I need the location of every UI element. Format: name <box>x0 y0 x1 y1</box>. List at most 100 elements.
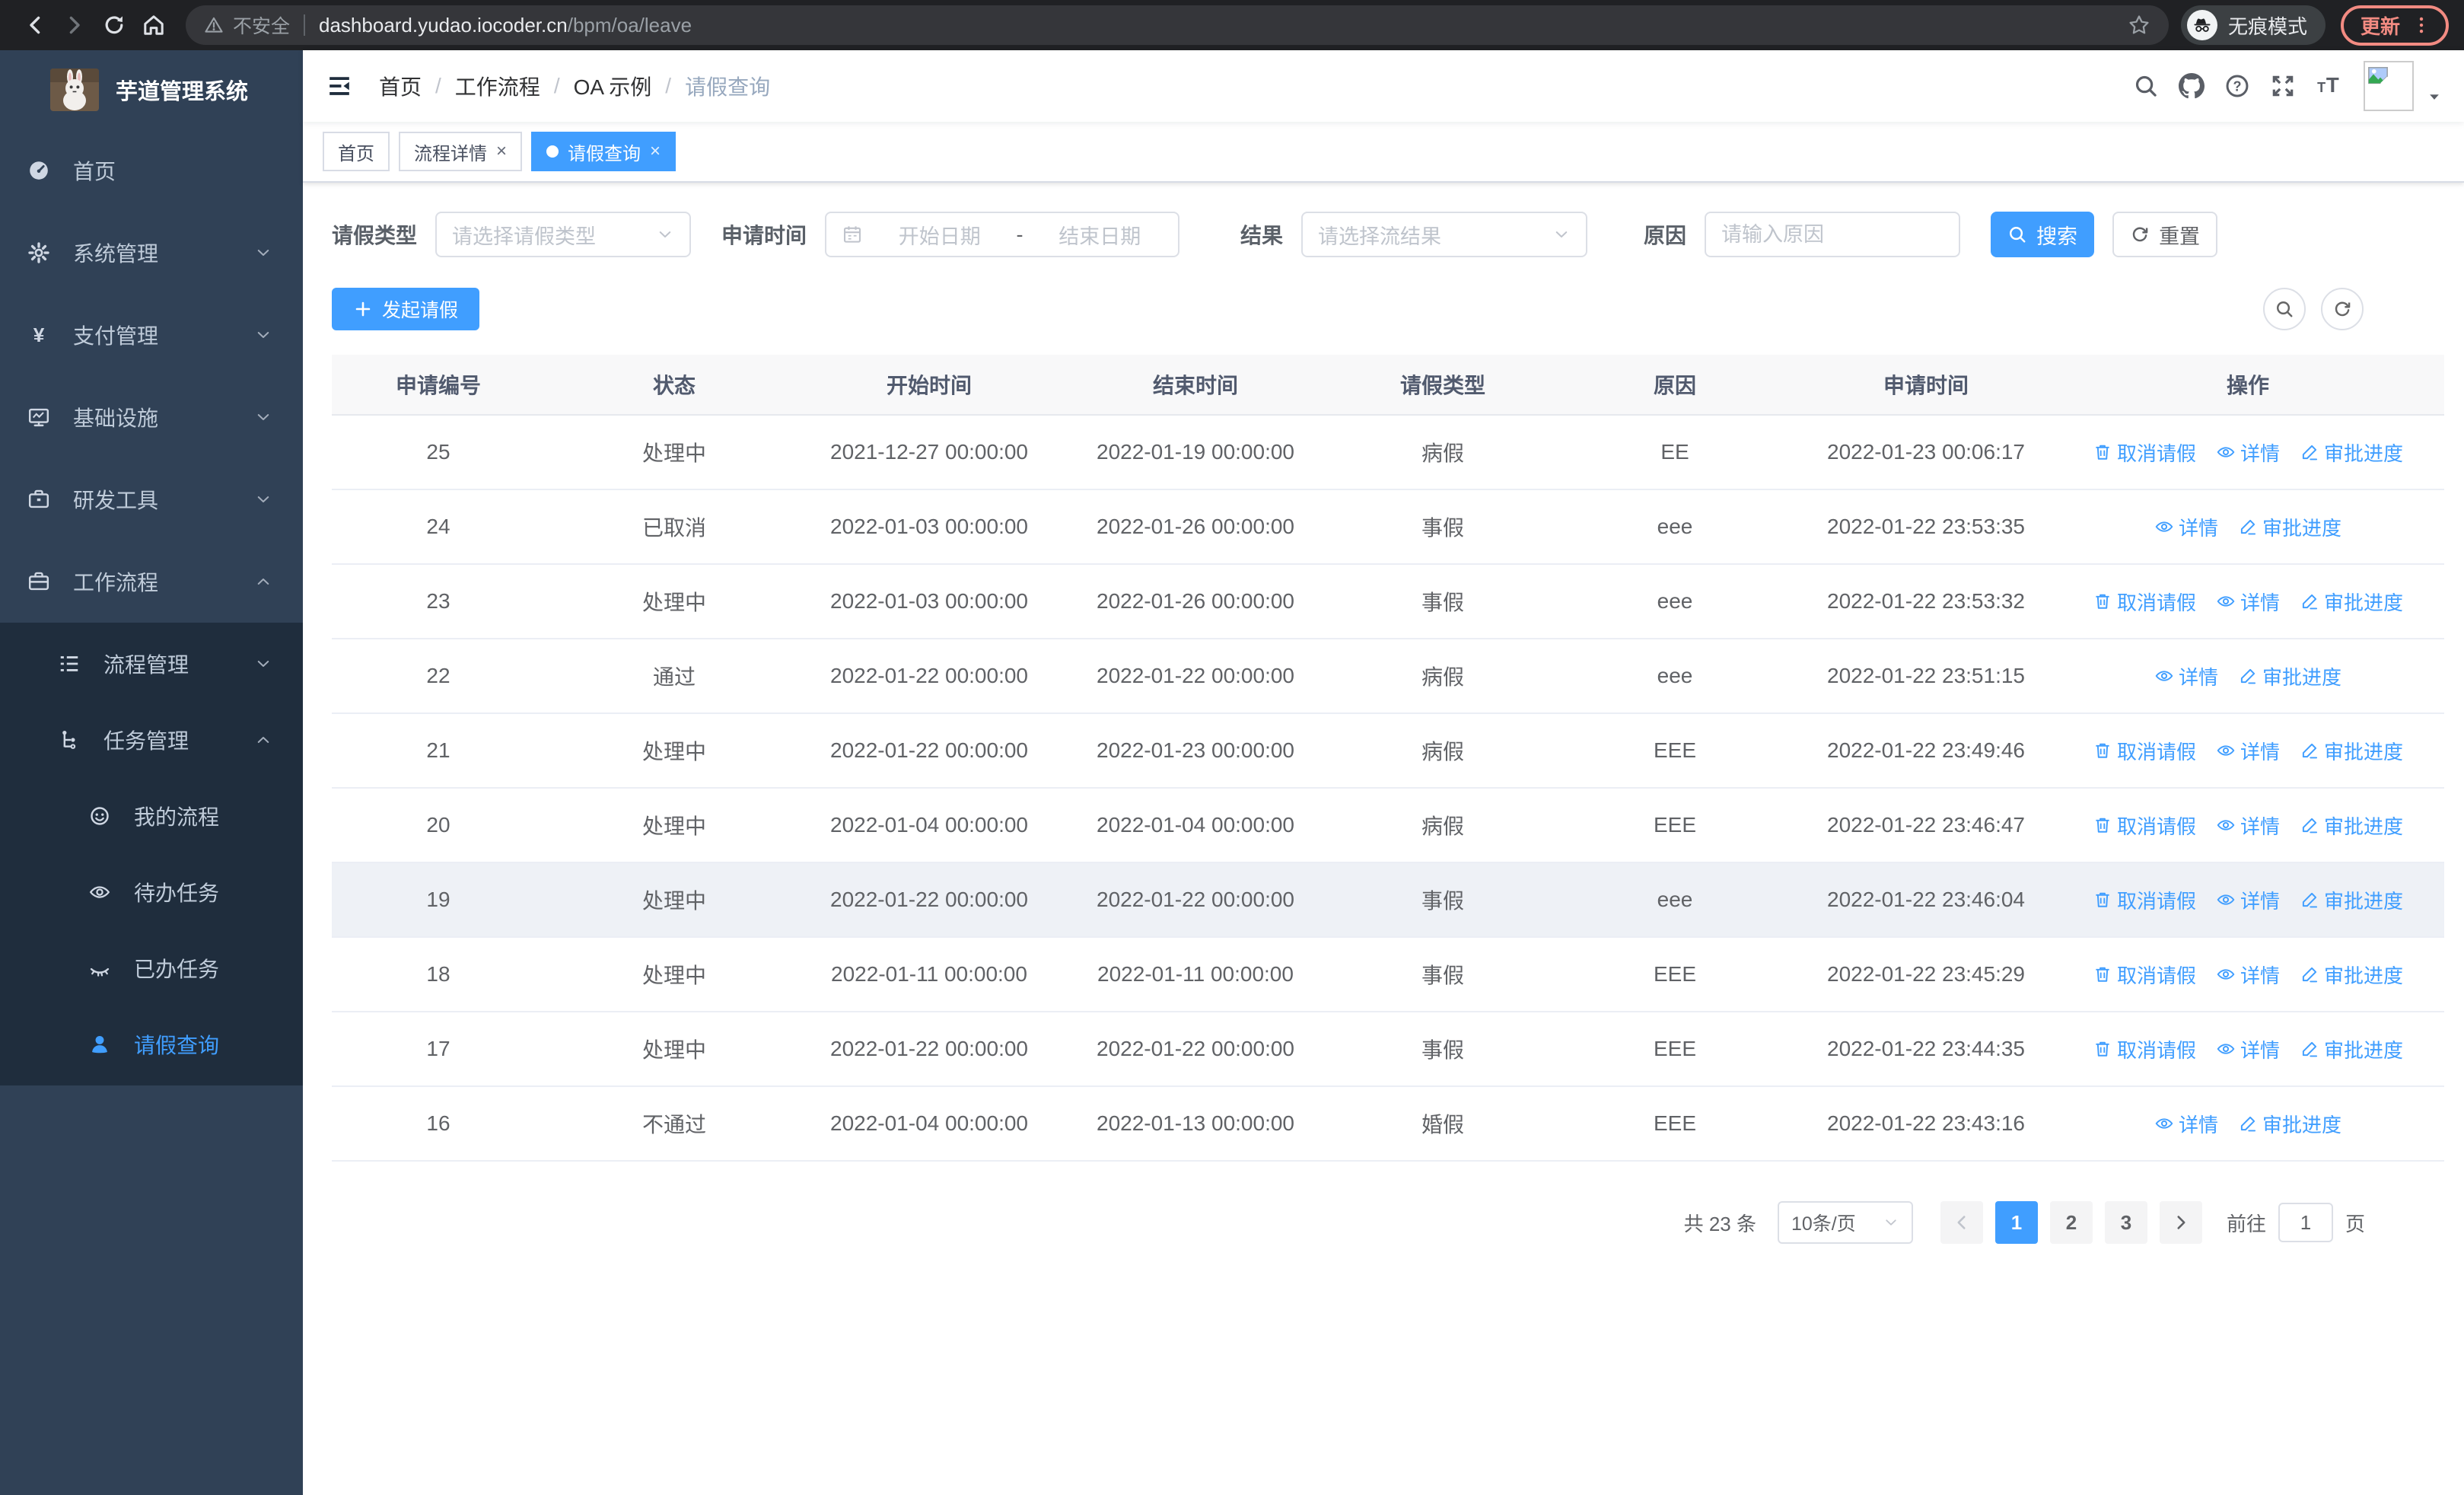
approval-progress-link[interactable]: 审批进度 <box>2238 513 2341 541</box>
leave-type-select[interactable]: 请选择请假类型 <box>435 212 692 257</box>
search-icon[interactable] <box>2123 63 2169 109</box>
detail-link[interactable]: 详情 <box>2216 811 2280 840</box>
reason-input[interactable] <box>1721 222 1944 247</box>
tab-leave-query[interactable]: 请假查询 × <box>531 132 676 171</box>
trash-icon <box>2093 815 2112 835</box>
browser-home-button[interactable] <box>134 5 173 45</box>
approval-progress-link[interactable]: 审批进度 <box>2300 811 2403 840</box>
sidebar-item-done-tasks[interactable]: 已办任务 <box>0 930 303 1006</box>
goto-page-input[interactable] <box>2278 1203 2333 1242</box>
sidebar-item-process-mgmt[interactable]: 流程管理 <box>0 626 303 702</box>
sidebar-item-workflow[interactable]: 工作流程 <box>0 540 303 623</box>
sidebar-item-dev-tools[interactable]: 研发工具 <box>0 458 303 540</box>
sidebar-item-my-process[interactable]: 我的流程 <box>0 778 303 854</box>
bookmark-star-icon[interactable] <box>2128 14 2150 37</box>
sidebar-collapse-icon[interactable] <box>326 72 353 100</box>
sidebar-item-system-mgmt[interactable]: 系统管理 <box>0 212 303 294</box>
page-button-2[interactable]: 2 <box>2049 1201 2093 1244</box>
breadcrumb-item[interactable]: 工作流程 <box>455 71 540 101</box>
font-size-icon[interactable]: TT <box>2306 63 2351 109</box>
sidebar-item-infrastructure[interactable]: 基础设施 <box>0 376 303 458</box>
search-button[interactable]: 搜索 <box>1991 212 2095 257</box>
browser-menu-icon[interactable] <box>2411 14 2432 36</box>
address-bar[interactable]: 不安全 dashboard.yudao.iocoder.cn /bpm/oa/l… <box>186 5 2169 45</box>
approval-progress-link[interactable]: 审批进度 <box>2300 588 2403 616</box>
refresh-icon <box>2130 225 2150 244</box>
browser-reload-button[interactable] <box>94 5 134 45</box>
action-label: 取消请假 <box>2116 1038 2196 1062</box>
avatar-caret-icon[interactable] <box>2427 90 2441 104</box>
action-label: 详情 <box>2240 441 2280 465</box>
approval-progress-link[interactable]: 审批进度 <box>2300 438 2403 467</box>
cancel-leave-link[interactable]: 取消请假 <box>2093 438 2196 467</box>
cancel-leave-link[interactable]: 取消请假 <box>2093 811 2196 840</box>
sidebar-item-leave-query[interactable]: 请假查询 <box>0 1006 303 1082</box>
breadcrumb-item[interactable]: 首页 <box>379 71 422 101</box>
detail-link[interactable]: 详情 <box>2216 588 2280 616</box>
create-leave-button[interactable]: 发起请假 <box>332 288 480 330</box>
browser-back-button[interactable] <box>15 5 55 45</box>
table-row: 18 处理中 2022-01-11 00:00:00 2022-01-11 00:00… <box>332 938 2444 1012</box>
detail-link[interactable]: 详情 <box>2216 886 2280 914</box>
detail-link[interactable]: 详情 <box>2216 1035 2280 1063</box>
cancel-leave-link[interactable]: 取消请假 <box>2093 588 2196 616</box>
tab-process-detail[interactable]: 流程详情 × <box>399 132 523 171</box>
page-size-select[interactable]: 10条/页 <box>1777 1201 1913 1244</box>
cancel-leave-link[interactable]: 取消请假 <box>2093 1035 2196 1063</box>
detail-link[interactable]: 详情 <box>2216 961 2280 989</box>
approval-progress-link[interactable]: 审批进度 <box>2238 662 2341 690</box>
result-select[interactable]: 请选择流结果 <box>1301 212 1588 257</box>
reset-button[interactable]: 重置 <box>2112 212 2218 257</box>
tab-close-icon[interactable]: × <box>496 142 507 161</box>
next-page-button[interactable] <box>2159 1201 2202 1244</box>
reason-field[interactable] <box>1705 212 1961 257</box>
cancel-leave-link[interactable]: 取消请假 <box>2093 961 2196 989</box>
refresh-table-button[interactable] <box>2321 288 2364 330</box>
page-button-1[interactable]: 1 <box>1994 1201 2038 1244</box>
browser-forward-button[interactable] <box>55 5 94 45</box>
apply-time-range-picker[interactable]: 开始日期 - 结束日期 <box>825 212 1180 257</box>
github-icon[interactable] <box>2169 63 2214 109</box>
approval-progress-link[interactable]: 审批进度 <box>2300 886 2403 914</box>
approval-progress-link[interactable]: 审批进度 <box>2300 737 2403 765</box>
help-icon[interactable]: ? <box>2214 63 2260 109</box>
column-header: 申请编号 <box>395 374 481 397</box>
security-indicator[interactable]: 不安全 <box>204 11 290 39</box>
prev-page-button[interactable] <box>1940 1201 1983 1244</box>
sidebar-item-payment-mgmt[interactable]: ¥ 支付管理 <box>0 294 303 376</box>
table-cell: EE <box>1660 440 1689 464</box>
cancel-leave-link[interactable]: 取消请假 <box>2093 886 2196 914</box>
detail-link[interactable]: 详情 <box>2154 1110 2218 1138</box>
cancel-leave-link[interactable]: 取消请假 <box>2093 737 2196 765</box>
avatar[interactable] <box>2364 61 2414 111</box>
table-row: 16 不通过 2022-01-04 00:00:00 2022-01-13 00:00… <box>332 1087 2444 1162</box>
approval-progress-link[interactable]: 审批进度 <box>2300 1035 2403 1063</box>
action-label: 详情 <box>2240 814 2280 838</box>
sidebar-item-home[interactable]: 首页 <box>0 129 303 212</box>
table-row: 22 通过 2022-01-22 00:00:00 2022-01-22 00:00:… <box>332 639 2444 714</box>
toggle-search-button[interactable] <box>2263 288 2306 330</box>
detail-link[interactable]: 详情 <box>2154 513 2218 541</box>
chevron-up-icon <box>254 572 272 591</box>
svg-text:T: T <box>2326 73 2339 97</box>
detail-link[interactable]: 详情 <box>2154 662 2218 690</box>
table-row: 19 处理中 2022-01-22 00:00:00 2022-01-22 00:00… <box>332 863 2444 938</box>
page-button-3[interactable]: 3 <box>2104 1201 2147 1244</box>
approval-progress-link[interactable]: 审批进度 <box>2238 1110 2341 1138</box>
logo[interactable]: 芋道管理系统 <box>0 50 303 129</box>
table-cell: 2022-01-04 00:00:00 <box>830 813 1028 837</box>
breadcrumb-item: 请假查询 <box>685 75 771 99</box>
sidebar-item-task-mgmt[interactable]: 任务管理 <box>0 702 303 778</box>
detail-link[interactable]: 详情 <box>2216 737 2280 765</box>
tab-home[interactable]: 首页 <box>323 132 390 171</box>
breadcrumb-item[interactable]: OA 示例 <box>574 71 652 101</box>
sidebar-item-todo-tasks[interactable]: 待办任务 <box>0 854 303 930</box>
tab-close-icon[interactable]: × <box>650 142 661 161</box>
table-cell: 22 <box>426 664 450 687</box>
table-cell: 2022-01-22 23:46:04 <box>1827 888 2025 911</box>
detail-link[interactable]: 详情 <box>2216 438 2280 467</box>
fullscreen-icon[interactable] <box>2260 63 2306 109</box>
action-label: 详情 <box>2240 964 2280 987</box>
approval-progress-link[interactable]: 审批进度 <box>2300 961 2403 989</box>
browser-update-button[interactable]: 更新 <box>2340 5 2449 46</box>
